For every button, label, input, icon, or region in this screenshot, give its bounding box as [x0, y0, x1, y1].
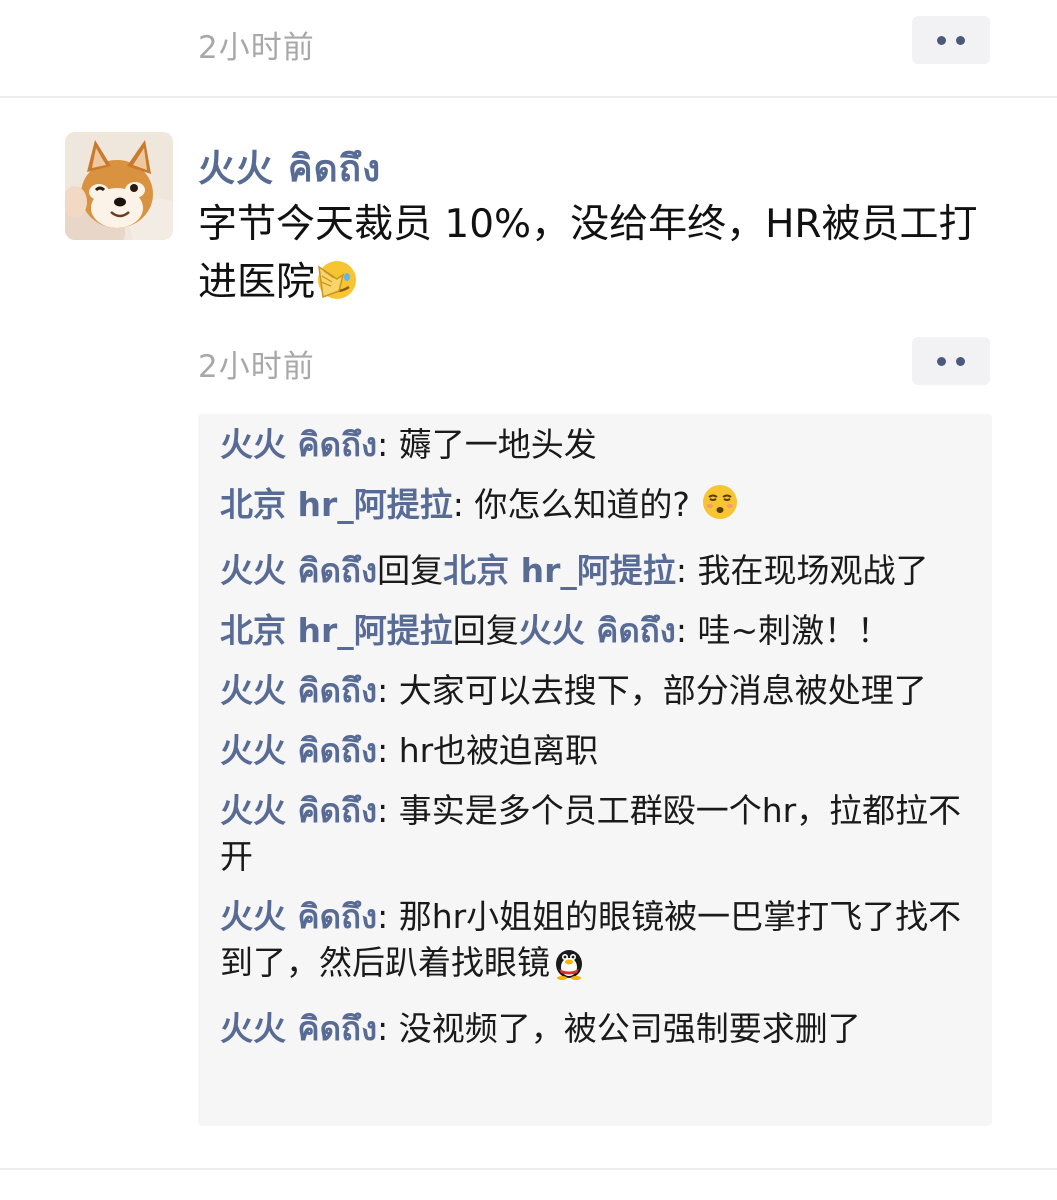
smirk-emoji-icon: [700, 482, 740, 534]
comment-author[interactable]: 火火 คิดถึง: [220, 1009, 377, 1048]
comment-text: : 哇~刺激！！: [675, 611, 891, 650]
more-dots-icon: [937, 356, 946, 366]
facepalm-emoji-icon: [315, 257, 359, 318]
comments-panel: 火火 คิดถึง: 薅了一地头发 北京 hr_阿提拉: 你怎么知道的? 火火 …: [198, 414, 992, 1126]
comment-text: : 你怎么知道的?: [452, 485, 690, 524]
post-more-button[interactable]: [912, 337, 990, 385]
comment-text: : 薅了一地头发: [377, 425, 597, 464]
divider: [0, 1168, 1057, 1170]
comment-author[interactable]: 北京 hr_阿提拉: [220, 485, 453, 524]
comment[interactable]: 火火 คิดถึง: 大家可以去搜下，部分消息被处理了: [220, 668, 985, 714]
comment-text: : 大家可以去搜下，部分消息被处理了: [377, 671, 927, 710]
avatar[interactable]: [65, 132, 173, 240]
post-content: 字节今天裁员 10%，没给年终，HR被员工打进医院: [198, 196, 998, 318]
comment-text: : 我在现场观战了: [675, 551, 929, 590]
reply-word: 回复: [377, 551, 444, 590]
comment-text: : hr也被迫离职: [377, 731, 599, 770]
more-dot: [956, 356, 965, 366]
comment[interactable]: 北京 hr_阿提拉: 你怎么知道的?: [220, 482, 985, 534]
comment[interactable]: 火火 คิดถึง: 没视频了，被公司强制要求删了: [220, 1006, 985, 1052]
reply-word: 回复: [452, 611, 519, 650]
comment[interactable]: 火火 คิดถึง: 薅了一地头发: [220, 422, 985, 468]
comment[interactable]: 火火 คิดถึง回复北京 hr_阿提拉: 我在现场观战了: [220, 548, 985, 594]
more-dots-icon: [937, 35, 946, 45]
comment[interactable]: 北京 hr_阿提拉回复火火 คิดถึง: 哇~刺激！！: [220, 608, 985, 654]
reply-target[interactable]: 北京 hr_阿提拉: [443, 551, 676, 590]
timestamp: 2小时前: [198, 30, 315, 66]
comment-author[interactable]: 火火 คิดถึง: [220, 791, 377, 830]
comment-author[interactable]: 火火 คิดถึง: [220, 731, 377, 770]
comment[interactable]: 火火 คิดถึง: hr也被迫离职: [220, 728, 985, 774]
comment-author[interactable]: 火火 คิดถึง: [220, 897, 377, 936]
more-button[interactable]: [912, 16, 990, 64]
more-dot: [956, 35, 965, 45]
reply-target[interactable]: 火火 คิดถึง: [519, 611, 676, 650]
comment[interactable]: 火火 คิดถึง: 事实是多个员工群殴一个hr，拉都拉不开: [220, 788, 985, 880]
comments-list: 火火 คิดถึง: 薅了一地头发 北京 hr_阿提拉: 你怎么知道的? 火火 …: [220, 422, 985, 1066]
comment-author[interactable]: 火火 คิดถึง: [220, 425, 377, 464]
comment-author[interactable]: 火火 คิดถึง: [220, 671, 377, 710]
post-timestamp: 2小时前: [198, 349, 315, 385]
comment-text: : 没视频了，被公司强制要求删了: [377, 1009, 861, 1048]
comment[interactable]: 火火 คิดถึง: 那hr小姐姐的眼镜被一巴掌打飞了找不到了，然后趴着找眼镜: [220, 894, 985, 992]
shiba-dog-avatar-icon: [65, 132, 173, 240]
qq-penguin-emoji-icon: [550, 942, 588, 992]
comment-author[interactable]: 火火 คิดถึง: [220, 551, 377, 590]
comment-author[interactable]: 北京 hr_阿提拉: [220, 611, 453, 650]
divider: [0, 96, 1057, 98]
post-author[interactable]: 火火 คิดถึง: [198, 138, 381, 198]
